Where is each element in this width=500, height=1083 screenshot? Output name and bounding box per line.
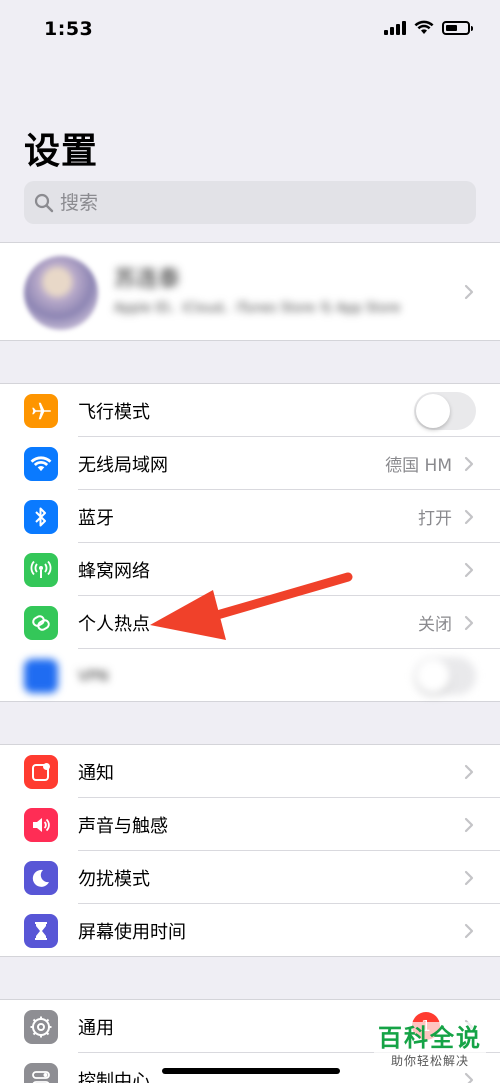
- watermark-subtitle: 助你轻松解决: [390, 1054, 469, 1068]
- bluetooth-icon: [24, 499, 58, 534]
- home-indicator: [162, 1068, 340, 1074]
- hourglass-icon: [24, 913, 58, 948]
- vpn-label: VPN: [78, 666, 109, 685]
- profile-subtitle: Apple ID、iCloud、iTunes Store 与 App Store: [114, 301, 401, 316]
- screen-time-row[interactable]: 屏幕使用时间: [0, 904, 500, 957]
- cellular-label: 蜂窝网络: [78, 560, 150, 582]
- chevron-right-icon: [464, 764, 474, 779]
- chevron-right-icon: [464, 870, 474, 885]
- search-bar[interactable]: [24, 181, 476, 224]
- avatar: [24, 256, 98, 330]
- general-label: 通用: [78, 1017, 114, 1039]
- profile-name: 苏连泰: [114, 267, 181, 292]
- vpn-row[interactable]: VPN: [0, 649, 500, 702]
- hotspot-link-icon: [24, 605, 58, 640]
- apple-id-profile-row[interactable]: 苏连泰 Apple ID、iCloud、iTunes Store 与 App S…: [0, 242, 500, 341]
- wifi-icon: [24, 446, 58, 481]
- bluetooth-label: 蓝牙: [78, 507, 114, 529]
- personal-hotspot-value: 关闭: [418, 615, 452, 635]
- sounds-label: 声音与触感: [78, 815, 168, 837]
- wifi-value: 德国 HM: [385, 456, 452, 476]
- chevron-right-icon: [464, 615, 474, 630]
- notifications-group: 通知 声音与触感 勿扰模式 屏幕使用时间: [0, 744, 500, 957]
- cellular-row[interactable]: 蜂窝网络: [0, 543, 500, 596]
- do-not-disturb-label: 勿扰模式: [78, 868, 150, 890]
- wifi-row[interactable]: 无线局域网 德国 HM: [0, 437, 500, 490]
- bluetooth-value: 打开: [418, 509, 452, 529]
- chevron-right-icon: [464, 509, 474, 524]
- chevron-right-icon: [464, 1072, 474, 1083]
- page-title: 设置: [24, 131, 99, 172]
- watermark: 百科全说 助你轻松解决: [374, 1022, 486, 1071]
- chevron-right-icon: [464, 562, 474, 577]
- do-not-disturb-row[interactable]: 勿扰模式: [0, 851, 500, 904]
- sounds-row[interactable]: 声音与触感: [0, 798, 500, 851]
- watermark-title: 百科全说: [378, 1024, 482, 1052]
- toggles-icon: [24, 1062, 58, 1083]
- vpn-toggle[interactable]: [414, 656, 476, 695]
- chevron-right-icon: [464, 817, 474, 832]
- search-input[interactable]: [60, 191, 440, 214]
- chevron-right-icon: [464, 456, 474, 471]
- chevron-right-icon: [464, 923, 474, 938]
- airplane-icon: [24, 393, 58, 428]
- control-center-label: 控制中心: [78, 1070, 150, 1083]
- antenna-icon: [24, 552, 58, 587]
- status-bar: 1:53: [0, 0, 500, 60]
- battery-icon: [442, 20, 473, 35]
- notification-icon: [24, 754, 58, 789]
- airplane-mode-row[interactable]: 飞行模式: [0, 384, 500, 437]
- airplane-mode-toggle[interactable]: [414, 391, 476, 430]
- notifications-label: 通知: [78, 762, 114, 784]
- chevron-right-icon: [464, 284, 474, 300]
- personal-hotspot-label: 个人热点: [78, 613, 150, 635]
- gear-icon: [24, 1009, 58, 1044]
- status-time: 1:53: [44, 18, 94, 40]
- airplane-mode-label: 飞行模式: [78, 401, 150, 423]
- status-icons: [384, 20, 473, 35]
- screen-time-label: 屏幕使用时间: [78, 921, 186, 943]
- wifi-label: 无线局域网: [78, 454, 168, 476]
- search-icon: [34, 193, 54, 212]
- cellular-signal-icon: [384, 20, 406, 35]
- moon-icon: [24, 860, 58, 895]
- personal-hotspot-row[interactable]: 个人热点 关闭: [0, 596, 500, 649]
- notifications-row[interactable]: 通知: [0, 745, 500, 798]
- connectivity-group: 飞行模式 无线局域网 德国 HM 蓝牙 打开 蜂窝网络 个人热点 关闭 VPN: [0, 383, 500, 702]
- wifi-status-icon: [414, 20, 434, 34]
- speaker-icon: [24, 807, 58, 842]
- vpn-icon: [24, 658, 58, 693]
- bluetooth-row[interactable]: 蓝牙 打开: [0, 490, 500, 543]
